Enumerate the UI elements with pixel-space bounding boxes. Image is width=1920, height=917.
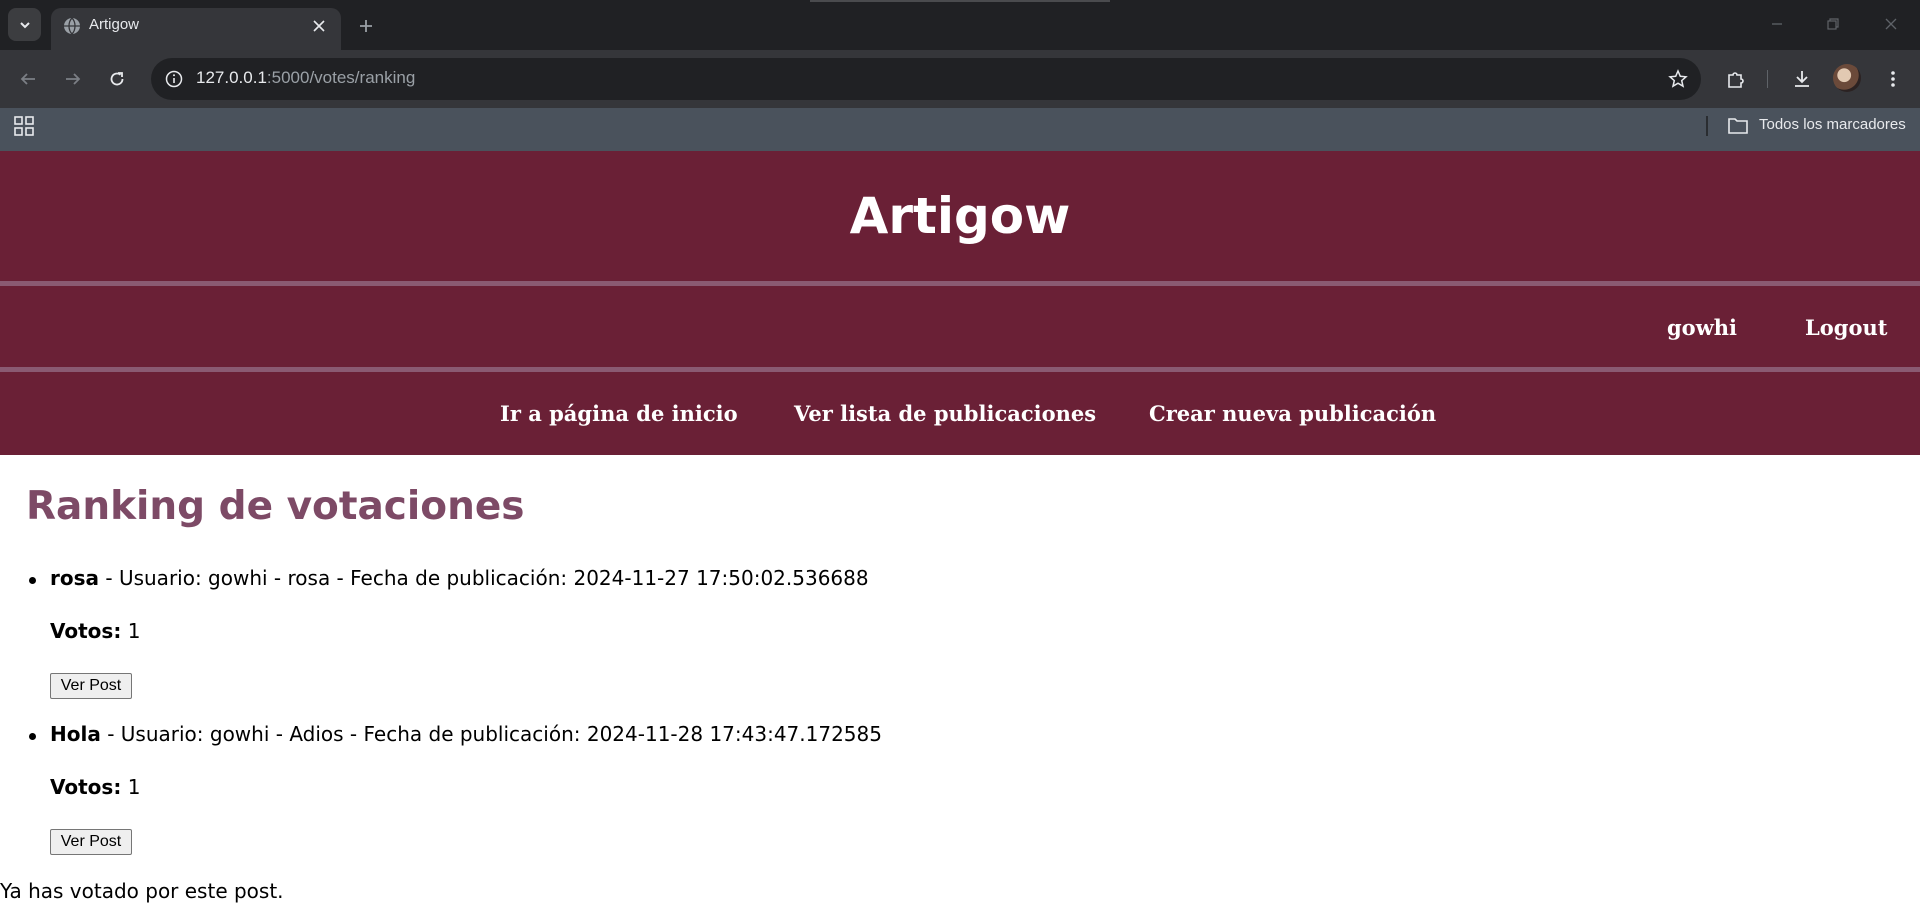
list-item: rosa - Usuario: gowhi - rosa - Fecha de … bbox=[50, 566, 869, 590]
restore-icon bbox=[1827, 18, 1839, 30]
reload-button[interactable] bbox=[101, 63, 133, 95]
bookmark-star-button[interactable] bbox=[1667, 68, 1689, 90]
window-drag-indicator bbox=[810, 0, 1110, 2]
tab-close-button[interactable] bbox=[309, 16, 329, 36]
browser-menu-button[interactable] bbox=[1877, 63, 1909, 95]
url-host: 127.0.0.1 bbox=[196, 68, 267, 87]
site-title: Artigow bbox=[849, 187, 1071, 245]
list-item: Hola - Usuario: gowhi - Adios - Fecha de… bbox=[50, 722, 882, 746]
votes-label: Votos: bbox=[50, 619, 122, 643]
new-tab-button[interactable] bbox=[352, 12, 380, 40]
reload-icon bbox=[110, 72, 124, 86]
browser-tab[interactable]: Artigow bbox=[51, 8, 341, 50]
username-link[interactable]: gowhi bbox=[1667, 315, 1737, 340]
all-bookmarks-link[interactable]: Todos los marcadores bbox=[1759, 116, 1906, 133]
view-post-button[interactable]: Ver Post bbox=[50, 673, 132, 699]
download-icon bbox=[1795, 71, 1809, 87]
url-path: :5000/votes/ranking bbox=[266, 68, 416, 87]
tab-search-button[interactable] bbox=[8, 8, 41, 41]
nav-divider bbox=[0, 367, 1920, 372]
url-text: 127.0.0.1:5000/votes/ranking bbox=[196, 68, 415, 88]
minimize-button[interactable] bbox=[1763, 12, 1791, 36]
post-title: Hola bbox=[50, 722, 101, 746]
flash-message: Ya has votado por este post. bbox=[0, 879, 284, 903]
post-details: - Usuario: gowhi - Adios - Fecha de publ… bbox=[100, 722, 882, 746]
votes-count: 1 bbox=[127, 775, 141, 799]
bookmarks-bar bbox=[0, 108, 1920, 151]
restore-button[interactable] bbox=[1819, 12, 1847, 36]
toolbar-separator bbox=[1767, 70, 1768, 88]
nav-posts-link[interactable]: Ver lista de publicaciones bbox=[794, 401, 1096, 426]
tab-title: Artigow bbox=[89, 16, 140, 33]
chevron-down-icon bbox=[19, 21, 30, 28]
site-header: Artigow gowhi Logout Ir a página de inic… bbox=[0, 151, 1920, 455]
view-post-button[interactable]: Ver Post bbox=[50, 829, 132, 855]
browser-tabstrip: Artigow bbox=[0, 0, 1920, 50]
bookmarks-separator bbox=[1706, 116, 1708, 136]
page-title: Ranking de votaciones bbox=[26, 484, 525, 529]
votes-count: 1 bbox=[127, 619, 141, 643]
close-window-icon bbox=[1885, 18, 1897, 30]
downloads-button[interactable] bbox=[1786, 63, 1818, 95]
extensions-button[interactable] bbox=[1720, 63, 1752, 95]
address-bar[interactable]: 127.0.0.1:5000/votes/ranking bbox=[151, 58, 1701, 100]
logout-link[interactable]: Logout bbox=[1805, 315, 1887, 340]
votes-row: Votos: 1 bbox=[50, 775, 140, 799]
site-info-icon[interactable] bbox=[163, 68, 185, 90]
profile-avatar[interactable] bbox=[1833, 64, 1861, 92]
info-icon bbox=[165, 70, 183, 88]
plus-icon bbox=[360, 20, 372, 32]
close-window-button[interactable] bbox=[1877, 12, 1905, 36]
star-icon bbox=[1668, 69, 1688, 88]
list-bullet bbox=[29, 577, 36, 584]
forward-button[interactable] bbox=[57, 63, 89, 95]
list-bullet bbox=[29, 733, 36, 740]
votes-row: Votos: 1 bbox=[50, 619, 140, 643]
page-content: Artigow gowhi Logout Ir a página de inic… bbox=[0, 151, 1920, 917]
arrow-left-icon bbox=[20, 73, 35, 85]
folder-icon bbox=[1728, 118, 1748, 134]
post-details: - Usuario: gowhi - rosa - Fecha de publi… bbox=[99, 566, 869, 590]
minimize-icon bbox=[1772, 23, 1782, 25]
kebab-menu-icon bbox=[1891, 71, 1895, 87]
arrow-right-icon bbox=[66, 73, 81, 85]
back-button[interactable] bbox=[12, 63, 44, 95]
post-title: rosa bbox=[50, 566, 100, 590]
browser-toolbar: 127.0.0.1:5000/votes/ranking bbox=[0, 50, 1920, 108]
apps-grid-icon[interactable] bbox=[13, 115, 35, 137]
globe-icon bbox=[64, 17, 80, 35]
votes-label: Votos: bbox=[50, 775, 122, 799]
close-icon bbox=[313, 20, 325, 32]
nav-create-link[interactable]: Crear nueva publicación bbox=[1149, 401, 1436, 426]
nav-home-link[interactable]: Ir a página de inicio bbox=[500, 401, 738, 426]
puzzle-icon bbox=[1728, 72, 1744, 88]
header-divider bbox=[0, 281, 1920, 286]
